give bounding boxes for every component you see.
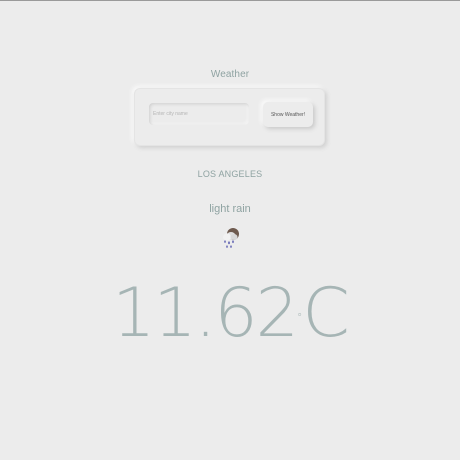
temperature-unit: C [302, 274, 350, 353]
rain-cloud-icon [219, 226, 241, 250]
degree-symbol: ° [296, 311, 303, 324]
city-search-input[interactable] [149, 103, 249, 125]
temperature-readout: 11.62°C [0, 278, 460, 350]
temperature-value: 11.62 [112, 274, 299, 353]
search-card: Show Weather! [134, 88, 325, 146]
app-title: Weather [210, 69, 250, 80]
show-weather-button[interactable]: Show Weather! [263, 102, 313, 127]
weather-description: light rain [209, 203, 251, 215]
weather-app: Weather Show Weather! LOS ANGELES light … [0, 0, 460, 460]
city-name: LOS ANGELES [197, 169, 263, 179]
